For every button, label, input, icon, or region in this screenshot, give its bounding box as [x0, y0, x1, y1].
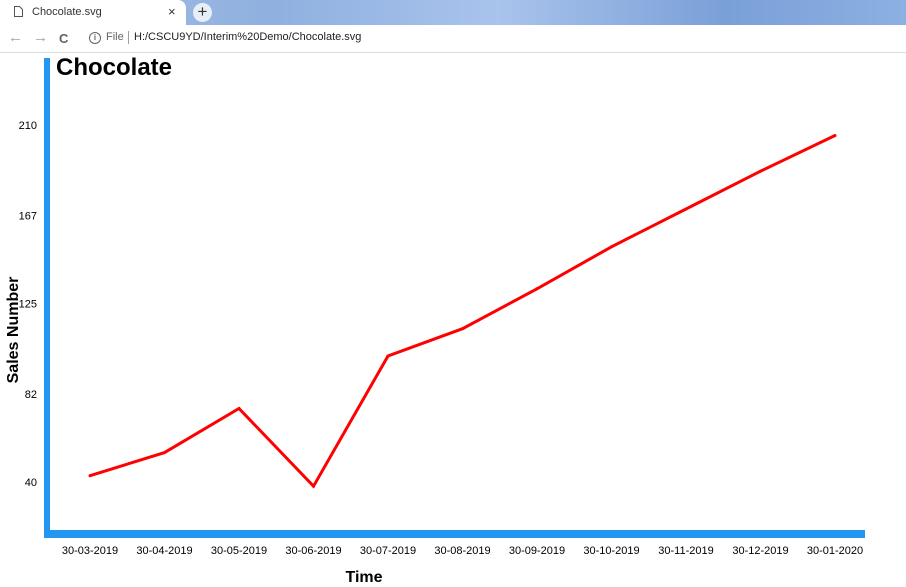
x-tick-label: 30-01-2020 [807, 545, 863, 557]
x-tick-label: 30-07-2019 [360, 545, 416, 557]
close-tab-icon[interactable]: × [168, 4, 176, 20]
x-tick-label: 30-05-2019 [211, 545, 267, 557]
tab-strip: Chocolate.svg × + [0, 0, 906, 25]
document-icon [14, 6, 23, 17]
line-chart: Chocolate Sales Number Time 40 82 125 167 21… [5, 54, 865, 586]
y-axis-ticks: 40 82 125 167 210 [19, 120, 37, 489]
forward-icon[interactable]: → [33, 29, 48, 47]
info-icon[interactable]: i [89, 32, 101, 44]
url-separator [128, 31, 129, 44]
x-tick-label: 30-08-2019 [434, 545, 490, 557]
x-tick-label: 30-03-2019 [62, 545, 118, 557]
data-point [163, 451, 166, 455]
y-tick-label: 40 [25, 477, 37, 489]
y-axis-label: Sales Number [5, 277, 22, 384]
new-tab-button[interactable]: + [193, 3, 212, 22]
data-point [535, 287, 539, 291]
x-tick-label: 30-10-2019 [583, 545, 639, 557]
data-point [759, 169, 762, 173]
address-bar: ← → C i File H:/CSCU9YD/Interim%20Demo/C… [0, 25, 906, 53]
data-point [386, 354, 390, 358]
url-field[interactable]: H:/CSCU9YD/Interim%20Demo/Chocolate.svg [134, 31, 361, 43]
x-tick-label: 30-06-2019 [285, 545, 341, 557]
data-point [684, 207, 688, 211]
y-axis [44, 58, 50, 538]
data-point [237, 407, 241, 410]
x-axis-ticks: 30-03-2019 30-04-2019 30-05-2019 30-06-2019… [62, 545, 863, 557]
x-axis-label: Time [345, 569, 382, 586]
back-icon[interactable]: ← [8, 29, 23, 47]
x-tick-label: 30-12-2019 [732, 545, 788, 557]
data-point [610, 245, 613, 249]
series-line [89, 134, 836, 489]
data-point [461, 327, 464, 331]
x-tick-label: 30-09-2019 [509, 545, 565, 557]
y-tick-label: 125 [19, 299, 37, 311]
y-tick-label: 167 [19, 210, 37, 222]
x-tick-label: 30-11-2019 [658, 545, 713, 557]
data-points [88, 134, 837, 488]
x-tick-label: 30-04-2019 [136, 545, 192, 557]
scheme-label: File [106, 31, 124, 43]
tab-title: Chocolate.svg [32, 6, 102, 18]
data-point [88, 474, 92, 478]
y-tick-label: 210 [19, 120, 37, 132]
x-axis [44, 530, 865, 538]
browser-tab[interactable]: Chocolate.svg × [0, 0, 186, 25]
data-point [312, 484, 315, 488]
data-point [833, 134, 837, 137]
reload-icon[interactable]: C [59, 30, 68, 48]
y-tick-label: 82 [25, 389, 37, 401]
chart-title: Chocolate [56, 54, 172, 81]
